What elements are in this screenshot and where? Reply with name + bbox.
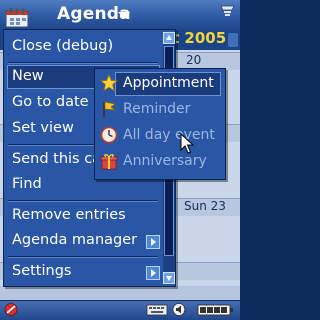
chevron-right-icon[interactable] bbox=[146, 266, 160, 280]
calendar-book-icon[interactable] bbox=[3, 2, 41, 30]
toolbar-stripe bbox=[0, 286, 240, 300]
clock-icon bbox=[100, 126, 118, 144]
calendar-month-label: t 2005 bbox=[172, 29, 226, 47]
calendar-year: 2005 bbox=[184, 29, 227, 47]
app-menu-arrow-icon[interactable] bbox=[118, 12, 130, 19]
title-bar: Agenda bbox=[0, 0, 240, 30]
submenu-item-reminder[interactable]: Reminder bbox=[123, 101, 190, 117]
chevron-right-icon[interactable] bbox=[146, 235, 160, 249]
pointer-cursor-icon bbox=[180, 133, 194, 154]
menu-separator bbox=[8, 256, 158, 258]
menu-item-remove-entries[interactable]: Remove entries bbox=[12, 207, 167, 223]
calendar-nav-button[interactable] bbox=[228, 33, 238, 47]
new-submenu: Appointment Reminder All day event Anniv… bbox=[94, 68, 226, 180]
speaker-icon[interactable] bbox=[172, 302, 190, 317]
flag-icon bbox=[103, 101, 117, 117]
gift-icon bbox=[100, 154, 118, 170]
submenu-item-appointment[interactable]: Appointment bbox=[123, 75, 214, 91]
menu-separator bbox=[8, 200, 158, 202]
network-signal-icon bbox=[220, 5, 235, 16]
no-entry-icon[interactable] bbox=[4, 302, 18, 317]
keyboard-icon[interactable] bbox=[146, 302, 168, 317]
calendar-date[interactable]: Sun 23 bbox=[184, 199, 226, 213]
menu-separator bbox=[8, 62, 158, 64]
menu-item-agenda-manager[interactable]: Agenda manager bbox=[12, 232, 167, 248]
scroll-up-icon[interactable] bbox=[163, 32, 175, 44]
submenu-item-all-day-event[interactable]: All day event bbox=[123, 127, 215, 143]
battery-icon bbox=[197, 304, 233, 316]
menu-item-close-debug[interactable]: Close (debug) bbox=[12, 38, 167, 54]
submenu-item-anniversary[interactable]: Anniversary bbox=[123, 153, 207, 169]
star-icon bbox=[100, 74, 118, 92]
menu-item-settings[interactable]: Settings bbox=[12, 263, 167, 279]
calendar-date[interactable]: 20 bbox=[186, 53, 201, 67]
scroll-down-icon[interactable] bbox=[163, 272, 175, 284]
